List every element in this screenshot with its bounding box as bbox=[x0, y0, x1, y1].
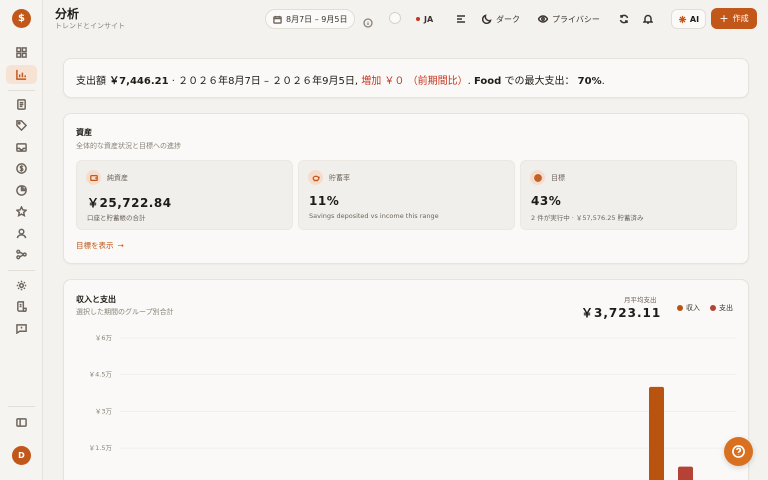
status-toggle[interactable] bbox=[389, 12, 401, 24]
analytics-icon[interactable] bbox=[6, 65, 37, 84]
page-header: 分析 トレンドとインサイト 8月7日 – 9月5日 JA ダーク プライバシー … bbox=[43, 0, 768, 38]
share-icon[interactable] bbox=[6, 245, 37, 264]
metric-note: 2 件が実行中 · ￥57,576.25 貯蓄済み bbox=[531, 214, 644, 222]
metric-note: Savings deposited vs income this range bbox=[309, 212, 439, 220]
metric-label: 貯蓄率 bbox=[329, 174, 350, 182]
goals-metric[interactable]: 目標 43% 2 件が実行中 · ￥57,576.25 貯蓄済み bbox=[520, 160, 737, 230]
wallet-icon bbox=[86, 170, 101, 185]
notifications-button[interactable] bbox=[639, 9, 657, 29]
spending-summary-card: 支出額 ￥7,446.21 · ２０２６年8月7日 – ２０２６年9月5日, 増… bbox=[63, 58, 749, 98]
assets-title: 資産 bbox=[76, 128, 92, 137]
dollar-icon[interactable] bbox=[6, 159, 37, 178]
refresh-button[interactable] bbox=[615, 9, 633, 29]
app-logo[interactable]: $ bbox=[12, 9, 31, 28]
flag-icon bbox=[416, 17, 420, 21]
sparkle-icon bbox=[678, 15, 687, 23]
metric-label: 純資産 bbox=[107, 174, 128, 182]
expense-bar[interactable] bbox=[678, 466, 693, 480]
pie-icon[interactable] bbox=[6, 181, 37, 200]
theme-label: ダーク bbox=[496, 14, 520, 24]
y-tick-label: ￥3万 bbox=[95, 407, 113, 415]
sidebar-divider bbox=[8, 270, 35, 271]
language-label: JA bbox=[424, 14, 434, 24]
y-tick-label: ￥1.5万 bbox=[89, 444, 113, 452]
summary-category: Food bbox=[473, 76, 502, 87]
metric-value: 11% bbox=[309, 194, 340, 208]
metric-value: ￥25,722.84 bbox=[87, 196, 172, 210]
spending-summary: 支出額 ￥7,446.21 · ２０２６年8月7日 – ２０２６年9月5日, 増… bbox=[76, 72, 605, 87]
info-icon[interactable] bbox=[363, 13, 373, 28]
view-goals-label: 目標を表示 bbox=[76, 241, 114, 250]
date-range-picker[interactable]: 8月7日 – 9月5日 bbox=[265, 9, 356, 29]
refresh-icon bbox=[619, 14, 629, 24]
page-title: 分析 bbox=[55, 7, 80, 21]
metric-label: 目標 bbox=[551, 174, 565, 182]
align-icon bbox=[457, 15, 465, 23]
receipt-icon[interactable] bbox=[6, 297, 37, 316]
metric-value: 43% bbox=[531, 194, 562, 208]
y-tick-label: ￥4.5万 bbox=[89, 371, 113, 379]
dashboard-icon[interactable] bbox=[6, 43, 37, 62]
eye-icon bbox=[538, 15, 548, 23]
sidebar-divider bbox=[8, 90, 35, 91]
income-expense-card: 収入と支出 選択した期間のグループ別合計 月平均支出 ￥3,723.11 収入 … bbox=[63, 279, 749, 480]
summary-category-suffix: での最大支出： bbox=[501, 76, 578, 87]
message-icon[interactable] bbox=[6, 319, 37, 338]
bell-icon bbox=[643, 14, 653, 24]
summary-amount: ￥7,446.21 bbox=[109, 76, 169, 87]
ai-button[interactable]: AI bbox=[671, 9, 706, 29]
plus-icon: + bbox=[719, 12, 729, 25]
collapse-icon[interactable] bbox=[6, 413, 37, 432]
language-button[interactable]: JA bbox=[412, 9, 437, 29]
view-goals-link[interactable]: 目標を表示 → bbox=[76, 240, 124, 251]
net-worth-metric[interactable]: 純資産 ￥25,722.84 口座と貯蓄帳の合計 bbox=[76, 160, 293, 230]
document-icon[interactable] bbox=[6, 95, 37, 114]
question-icon bbox=[732, 445, 745, 458]
income-expense-chart: ￥6万 ￥4.5万 ￥3万 ￥1.5万 bbox=[89, 334, 736, 480]
y-tick-label: ￥6万 bbox=[95, 334, 113, 342]
summary-prefix: 支出額 bbox=[76, 76, 110, 87]
moon-icon bbox=[482, 14, 492, 24]
create-label: 作成 bbox=[732, 14, 749, 23]
sidebar-divider bbox=[8, 406, 35, 407]
savings-rate-metric[interactable]: 貯蓄率 11% Savings deposited vs income this… bbox=[298, 160, 515, 230]
settings-icon[interactable] bbox=[6, 276, 37, 295]
calendar-icon bbox=[273, 15, 282, 24]
theme-button[interactable]: ダーク bbox=[478, 9, 524, 29]
star-icon[interactable] bbox=[6, 202, 37, 221]
help-button[interactable] bbox=[724, 437, 753, 466]
user-icon[interactable] bbox=[6, 224, 37, 243]
ai-label: AI bbox=[689, 14, 700, 24]
summary-period: · ２０２６年8月7日 – ２０２６年9月5日, bbox=[168, 76, 362, 87]
piggy-bank-icon bbox=[308, 170, 323, 185]
arrow-right-icon: → bbox=[117, 241, 124, 250]
inbox-icon[interactable] bbox=[6, 138, 37, 157]
summary-end: . bbox=[601, 76, 605, 87]
income-bar[interactable] bbox=[649, 386, 664, 480]
summary-percent: 70% bbox=[577, 76, 602, 87]
menu-button[interactable] bbox=[452, 9, 470, 29]
page-subtitle: トレンドとインサイト bbox=[55, 22, 125, 30]
assets-card: 資産 全体的な資産状況と目標への進捗 純資産 ￥25,722.84 口座と貯蓄帳… bbox=[63, 113, 749, 264]
privacy-label: プライバシー bbox=[552, 14, 600, 24]
tag-icon[interactable] bbox=[6, 116, 37, 135]
create-button[interactable]: + 作成 bbox=[711, 8, 757, 29]
avatar[interactable]: D bbox=[12, 446, 31, 465]
privacy-button[interactable]: プライバシー bbox=[534, 9, 604, 29]
assets-subtitle: 全体的な資産状況と目標への進捗 bbox=[76, 142, 181, 150]
date-range-label: 8月7日 – 9月5日 bbox=[286, 14, 348, 24]
target-icon bbox=[530, 170, 545, 185]
summary-change: 増加 ￥０ （前期間比） bbox=[361, 76, 468, 87]
metric-note: 口座と貯蓄帳の合計 bbox=[87, 214, 146, 222]
sidebar: $ D bbox=[0, 0, 43, 480]
